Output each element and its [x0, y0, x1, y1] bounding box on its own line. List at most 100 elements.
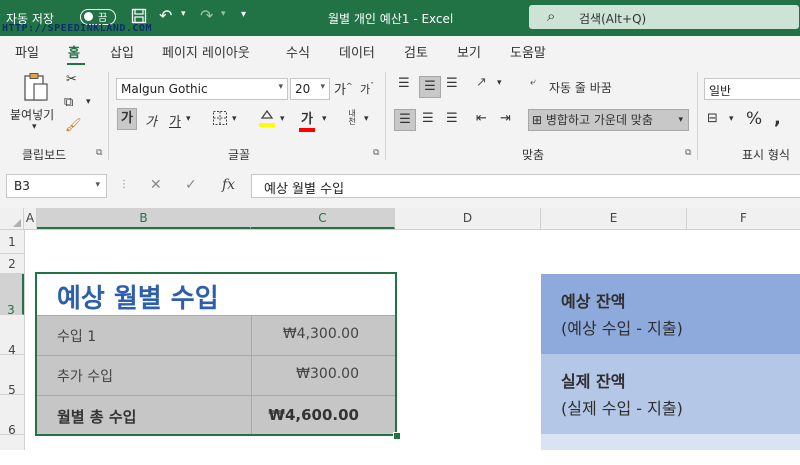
underline-button[interactable]: 가 — [169, 111, 181, 130]
bold-button[interactable]: 가 — [117, 108, 137, 130]
tab-file[interactable]: 파일 — [15, 42, 39, 61]
actual-balance-block[interactable]: 실제 잔액 (실제 수입 - 지출) — [541, 354, 800, 434]
formula-value: 예상 월별 수입 — [264, 182, 345, 197]
borders-icon[interactable] — [212, 110, 228, 130]
row-header-3[interactable]: 3 — [0, 274, 24, 317]
font-launcher-icon[interactable]: ⧉ — [373, 148, 379, 158]
clipboard-launcher-icon[interactable]: ⧉ — [96, 148, 102, 158]
name-box[interactable]: B3 ▾ — [6, 174, 107, 198]
copy-icon[interactable]: ⧉ — [64, 95, 73, 110]
tab-view[interactable]: 보기 — [457, 42, 481, 61]
formula-input[interactable]: 예상 월별 수입 — [251, 174, 800, 198]
enter-icon[interactable]: ✓ — [185, 177, 197, 193]
row-header-2[interactable]: 2 — [0, 254, 24, 274]
align-center-icon[interactable]: ☰ — [422, 111, 434, 126]
number-format-select[interactable]: 일반 — [704, 78, 800, 100]
redo-icon[interactable]: ↷ — [200, 6, 213, 25]
customize-toolbar-icon[interactable]: ▾ — [241, 9, 246, 20]
grow-font-button[interactable]: 가^ — [334, 79, 353, 98]
select-all-button[interactable] — [0, 208, 24, 229]
wrap-text-button[interactable]: 자동 줄 바꿈 — [549, 79, 612, 96]
accounting-format-icon[interactable]: ⊟ — [707, 111, 718, 126]
column-header-b[interactable]: B — [37, 208, 251, 229]
actual-balance-heading: 실제 잔액 — [561, 372, 626, 391]
copy-dropdown-icon[interactable]: ▾ — [86, 97, 91, 107]
align-left-icon[interactable]: ☰ — [394, 109, 416, 131]
merge-icon: ⊞ — [532, 113, 543, 127]
tab-data[interactable]: 데이터 — [339, 42, 375, 61]
number-group-label: 표시 형식 — [742, 148, 790, 162]
phonetic-dropdown-icon[interactable]: ▾ — [364, 114, 369, 124]
phonetic-button[interactable]: 내천 — [345, 110, 359, 126]
merge-center-button[interactable]: ⊞ 병합하고 가운데 맞춤 ▾ — [528, 109, 689, 131]
autosave-state: 끔 — [98, 13, 108, 24]
tab-home[interactable]: 홈 — [68, 42, 80, 61]
shrink-font-button[interactable]: 가ˇ — [360, 81, 374, 97]
search-icon: ⌕ — [547, 7, 556, 25]
column-header-c[interactable]: C — [251, 208, 395, 229]
window-title: 월별 개인 예산1 - Excel — [328, 12, 454, 26]
undo-icon[interactable]: ↶ — [159, 6, 172, 25]
projected-balance-sub: (예상 수입 - 지출) — [561, 319, 683, 338]
tab-help[interactable]: 도움말 — [510, 42, 546, 61]
format-painter-icon[interactable]: 🖌 — [65, 118, 82, 133]
paste-icon[interactable] — [22, 72, 50, 108]
italic-button[interactable]: 가 — [145, 111, 157, 130]
select-all-triangle — [13, 219, 21, 227]
row-header-4[interactable]: 4 — [0, 315, 24, 357]
paste-dropdown-icon[interactable]: ▾ — [32, 122, 37, 132]
borders-dropdown-icon[interactable]: ▾ — [232, 114, 237, 124]
tab-insert[interactable]: 삽입 — [110, 42, 134, 61]
align-right-icon[interactable]: ☰ — [446, 111, 458, 126]
grow-font-label: 가 — [334, 83, 346, 98]
column-header-e[interactable]: E — [541, 208, 687, 229]
orientation-icon[interactable]: ↗ — [476, 75, 487, 90]
cut-icon[interactable]: ✂ — [66, 72, 77, 87]
projected-balance-heading: 예상 잔액 — [561, 292, 626, 311]
font-name-select[interactable]: Malgun Gothic ▾ — [116, 78, 288, 100]
undo-dropdown-icon[interactable]: ▾ — [181, 9, 186, 19]
decrease-indent-icon[interactable]: ⇤ — [476, 111, 487, 126]
underline-dropdown-icon[interactable]: ▾ — [186, 114, 191, 124]
accounting-dropdown-icon[interactable]: ▾ — [729, 114, 734, 124]
redo-dropdown-icon[interactable]: ▾ — [221, 9, 226, 19]
more-options-icon[interactable]: ⋮ — [119, 179, 129, 190]
chevron-down-icon: ▾ — [678, 115, 683, 125]
align-middle-icon[interactable]: ☰ — [419, 76, 441, 98]
fill-color-icon[interactable] — [258, 108, 276, 132]
search-placeholder: 검색(Alt+Q) — [579, 12, 647, 26]
align-bottom-icon[interactable]: ☰ — [446, 76, 458, 91]
tab-review[interactable]: 검토 — [404, 42, 428, 61]
fill-handle[interactable] — [393, 432, 401, 440]
font-color-button[interactable]: 가 — [299, 108, 315, 132]
font-size-select[interactable]: 20 ▾ — [290, 78, 330, 100]
orientation-dropdown-icon[interactable]: ▾ — [497, 78, 502, 88]
row-header-6[interactable]: 6 — [0, 395, 24, 437]
tab-formulas[interactable]: 수식 — [286, 42, 310, 61]
cancel-icon[interactable]: ✕ — [150, 177, 162, 193]
tab-page-layout[interactable]: 페이지 레이아웃 — [162, 42, 250, 61]
insert-function-button[interactable]: fx — [222, 177, 235, 193]
projected-balance-block[interactable]: 예상 잔액 (예상 수입 - 지출) — [541, 274, 800, 354]
column-header-f[interactable]: F — [687, 208, 800, 229]
column-header-d[interactable]: D — [395, 208, 541, 229]
paste-button-label[interactable]: 붙여넣기 — [10, 106, 54, 123]
fill-color-dropdown-icon[interactable]: ▾ — [280, 114, 285, 124]
chevron-down-icon: ▾ — [320, 82, 325, 92]
alignment-launcher-icon[interactable]: ⧉ — [685, 148, 691, 158]
number-format-value: 일반 — [709, 84, 732, 98]
font-name-value: Malgun Gothic — [121, 82, 208, 96]
merge-center-label: 병합하고 가운데 맞춤 — [545, 113, 653, 127]
font-color-dropdown-icon[interactable]: ▾ — [322, 114, 327, 124]
alignment-group-label: 맞춤 — [522, 148, 545, 162]
percent-style-button[interactable]: % — [746, 109, 762, 129]
align-top-icon[interactable]: ☰ — [398, 76, 410, 91]
column-header-a[interactable]: A — [24, 208, 37, 229]
wrap-text-icon[interactable]: ⤶ — [530, 77, 536, 88]
increase-indent-icon[interactable]: ⇥ — [500, 111, 511, 126]
row-header-5[interactable]: 5 — [0, 355, 24, 397]
row-header-1[interactable]: 1 — [0, 230, 24, 254]
search-box[interactable]: ⌕ 검색(Alt+Q) — [529, 5, 799, 29]
comma-style-icon[interactable]: , — [774, 108, 781, 129]
chevron-down-icon: ▾ — [95, 180, 100, 190]
